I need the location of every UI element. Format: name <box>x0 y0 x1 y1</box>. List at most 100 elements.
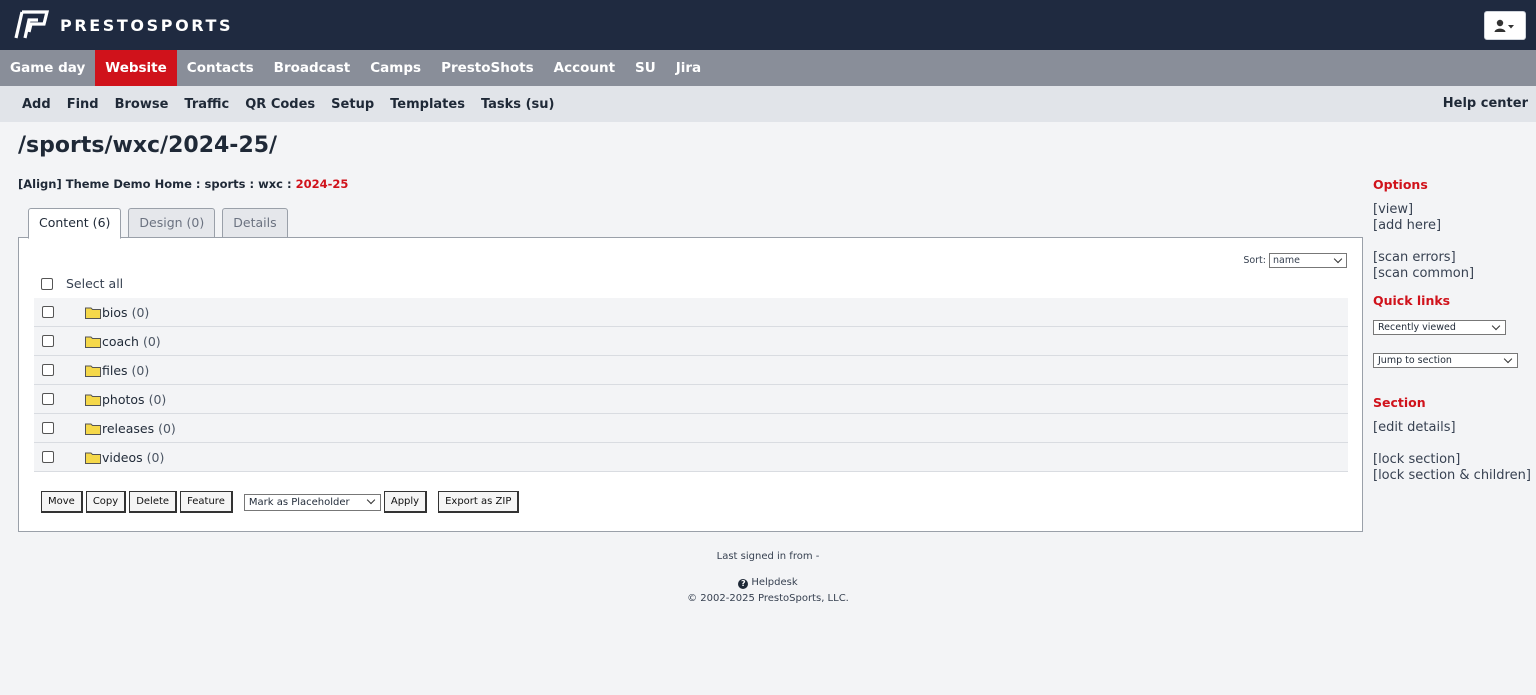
folder-icon <box>85 365 101 377</box>
tab-design[interactable]: Design (0) <box>128 208 216 238</box>
sort-select[interactable]: name <box>1269 253 1347 268</box>
apply-button[interactable]: Apply <box>383 491 428 513</box>
tab-details[interactable]: Details <box>222 208 288 238</box>
subnav-tasks[interactable]: Tasks (su) <box>473 97 563 112</box>
select-all: Select all <box>41 276 123 291</box>
chevron-down-icon <box>1333 254 1343 263</box>
help-center-link[interactable]: Help center <box>1443 86 1528 122</box>
folder-icon <box>85 394 101 406</box>
folder-icon <box>85 423 101 435</box>
delete-button[interactable]: Delete <box>129 491 178 513</box>
sort-control: Sort: name <box>1243 253 1347 268</box>
nav-game-day[interactable]: Game day <box>0 50 95 86</box>
user-menu-button[interactable] <box>1484 11 1526 40</box>
nav-camps[interactable]: Camps <box>360 50 431 86</box>
row-checkbox[interactable] <box>42 451 54 463</box>
sort-label: Sort: <box>1243 255 1266 266</box>
breadcrumb-home[interactable]: [Align] Theme Demo Home <box>18 177 192 191</box>
list-item: videos (0) <box>34 443 1348 472</box>
main-nav: Game day Website Contacts Broadcast Camp… <box>0 50 1536 86</box>
list-item: photos (0) <box>34 385 1348 414</box>
breadcrumb: [Align] Theme Demo Home : sports : wxc :… <box>18 177 348 191</box>
subnav-traffic[interactable]: Traffic <box>176 97 237 112</box>
folder-icon <box>85 452 101 464</box>
breadcrumb-current: 2024-25 <box>295 177 349 191</box>
folder-icon <box>85 307 101 319</box>
folder-link[interactable]: photos (0) <box>102 392 166 407</box>
nav-broadcast[interactable]: Broadcast <box>264 50 361 86</box>
chevron-down-icon <box>366 495 376 505</box>
row-checkbox[interactable] <box>42 335 54 347</box>
select-all-label[interactable]: Select all <box>66 276 123 291</box>
nav-prestoshots[interactable]: PrestoShots <box>431 50 544 86</box>
nav-jira[interactable]: Jira <box>666 50 711 86</box>
select-all-checkbox[interactable] <box>41 277 53 290</box>
row-checkbox[interactable] <box>42 364 54 376</box>
folder-link[interactable]: releases (0) <box>102 421 176 436</box>
view-link[interactable]: [view] <box>1373 202 1413 217</box>
last-signed-in: Last signed in from - <box>716 551 820 562</box>
mark-select[interactable]: Mark as Placeholder <box>243 493 381 511</box>
breadcrumb-wxc[interactable]: wxc <box>258 177 283 191</box>
folder-icon <box>85 336 101 348</box>
lock-section-link[interactable]: [lock section] <box>1373 452 1460 467</box>
row-checkbox[interactable] <box>42 422 54 434</box>
content-panel: Sort: name Select all bios (0) coach (0)… <box>18 237 1363 532</box>
chevron-down-icon <box>1491 321 1501 330</box>
scan-errors-link[interactable]: [scan errors] <box>1373 250 1456 265</box>
feature-button[interactable]: Feature <box>180 491 233 513</box>
move-button[interactable]: Move <box>41 491 83 513</box>
list-item: coach (0) <box>34 327 1348 356</box>
prestosports-logo-icon <box>14 10 50 39</box>
folder-link[interactable]: coach (0) <box>102 334 161 349</box>
sort-value: name <box>1273 255 1300 266</box>
breadcrumb-separator: : <box>282 177 296 191</box>
list-item: files (0) <box>34 356 1348 385</box>
scan-common-link[interactable]: [scan common] <box>1373 266 1474 281</box>
copy-button[interactable]: Copy <box>85 491 127 513</box>
nav-contacts[interactable]: Contacts <box>177 50 264 86</box>
folder-list: bios (0) coach (0) files (0) photos (0) … <box>34 298 1348 472</box>
list-item: bios (0) <box>34 298 1348 327</box>
mark-select-value: Mark as Placeholder <box>248 496 350 508</box>
helpdesk-line: ? Helpdesk <box>0 577 1536 589</box>
nav-account[interactable]: Account <box>544 50 625 86</box>
chevron-down-icon <box>1503 354 1513 363</box>
section-tabs: Content (6) Design (0) Details <box>28 208 295 239</box>
list-item: releases (0) <box>34 414 1348 443</box>
add-here-link[interactable]: [add here] <box>1373 218 1441 233</box>
user-icon <box>1494 19 1514 32</box>
nav-su[interactable]: SU <box>625 50 666 86</box>
recently-viewed-select[interactable]: Recently viewed <box>1373 320 1506 335</box>
subnav-templates[interactable]: Templates <box>382 97 473 112</box>
breadcrumb-sports[interactable]: sports <box>205 177 246 191</box>
helpdesk-link[interactable]: Helpdesk <box>751 577 797 588</box>
subnav-setup[interactable]: Setup <box>323 97 382 112</box>
folder-link[interactable]: bios (0) <box>102 305 149 320</box>
quick-links-heading: Quick links <box>1373 293 1451 308</box>
section-heading: Section <box>1373 395 1426 410</box>
row-checkbox[interactable] <box>42 393 54 405</box>
jump-to-section-value: Jump to section <box>1378 355 1452 366</box>
breadcrumb-separator: : <box>191 177 205 191</box>
row-checkbox[interactable] <box>42 306 54 318</box>
edit-details-link[interactable]: [edit details] <box>1373 420 1456 435</box>
nav-website[interactable]: Website <box>95 50 177 86</box>
brand-name: PRESTOSPORTS <box>60 15 234 35</box>
brand-logo[interactable]: PRESTOSPORTS <box>14 10 233 40</box>
folder-link[interactable]: files (0) <box>102 363 149 378</box>
sub-nav: Add Find Browse Traffic QR Codes Setup T… <box>0 86 1536 122</box>
subnav-browse[interactable]: Browse <box>107 97 177 112</box>
lock-section-children-link[interactable]: [lock section & children] <box>1373 468 1531 483</box>
subnav-add[interactable]: Add <box>14 97 59 112</box>
options-heading: Options <box>1373 177 1428 192</box>
folder-link[interactable]: videos (0) <box>102 450 164 465</box>
recently-viewed-value: Recently viewed <box>1378 322 1456 333</box>
subnav-find[interactable]: Find <box>59 97 107 112</box>
tab-content[interactable]: Content (6) <box>28 208 122 239</box>
breadcrumb-separator: : <box>245 177 259 191</box>
subnav-qr-codes[interactable]: QR Codes <box>237 97 323 112</box>
export-zip-button[interactable]: Export as ZIP <box>438 491 520 513</box>
copyright: © 2002-2025 PrestoSports, LLC. <box>687 593 849 604</box>
jump-to-section-select[interactable]: Jump to section <box>1373 353 1518 368</box>
